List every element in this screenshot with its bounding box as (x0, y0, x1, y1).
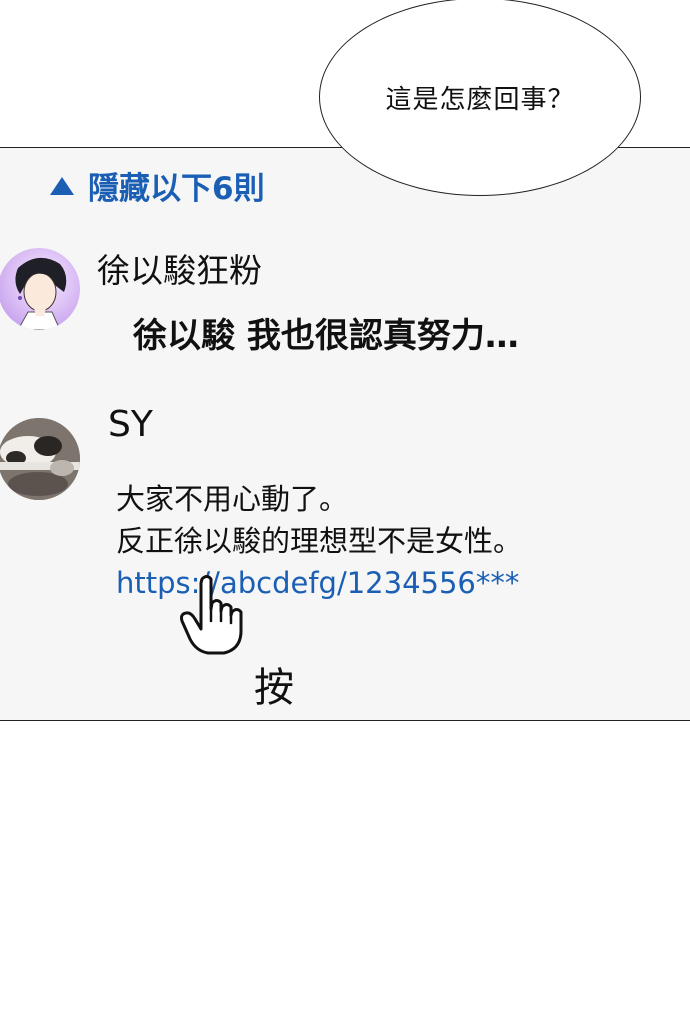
avatar-illustration (15, 257, 67, 330)
hide-replies-label: 隱藏以下6則 (88, 171, 265, 207)
speech-bubble-text: 這是怎麼回事？ (385, 85, 575, 115)
comment-line: 大家不用心動了。 (116, 482, 349, 516)
avatar-photo (0, 418, 80, 500)
hand-pointer-icon (180, 575, 243, 655)
speech-bubble: 這是怎麼回事？ (319, 0, 641, 196)
sound-effect-text: 按 (254, 665, 294, 711)
comic-panel: 這是怎麼回事？ 隱藏以下6則 徐以駿狂粉 徐以駿 我也很認真努力… SY 大家不… (0, 0, 690, 1035)
comment-username[interactable]: SY (108, 404, 153, 445)
comment-link[interactable]: https://abcdefg/1234556*** (116, 562, 522, 604)
comment-text: 徐以駿 我也很認真努力… (133, 316, 519, 356)
comment-username[interactable]: 徐以駿狂粉 (97, 244, 262, 292)
comment-text: 大家不用心動了。 反正徐以駿的理想型不是女性。 https://abcdefg/… (116, 478, 522, 604)
comment-line: 反正徐以駿的理想型不是女性。 (116, 524, 523, 558)
hide-replies-button[interactable]: 隱藏以下6則 (50, 163, 265, 208)
avatar[interactable] (0, 248, 80, 330)
avatar[interactable] (0, 418, 80, 500)
comments-panel (0, 147, 690, 721)
triangle-up-icon (50, 176, 74, 195)
